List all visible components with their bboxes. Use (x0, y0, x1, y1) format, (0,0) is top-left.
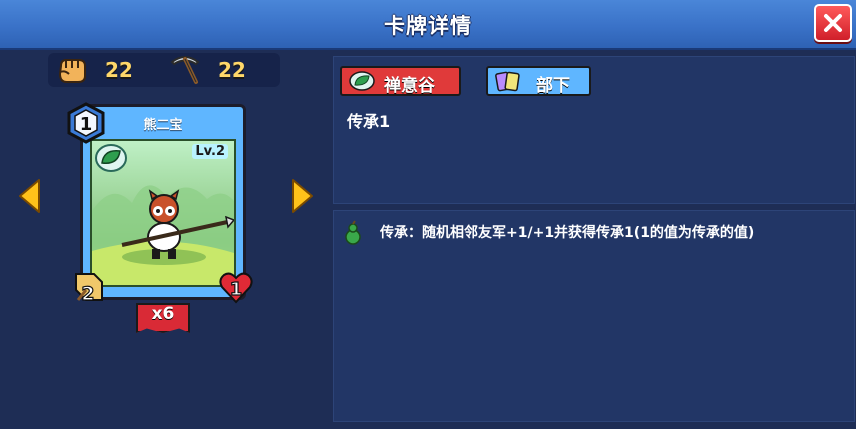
pickaxe-icon (170, 56, 200, 84)
previous-card-arrow[interactable] (17, 178, 43, 214)
card-art: Lv.2 (90, 139, 236, 287)
faction-label: 禅意谷 (384, 76, 435, 96)
window-title: 卡牌详情 (384, 14, 472, 38)
faction-tag[interactable]: 禅意谷 (340, 66, 461, 96)
attack-badge-icon: 2 (75, 273, 103, 306)
title-bar: 卡牌详情 (0, 0, 856, 50)
close-button[interactable] (814, 4, 852, 42)
stat-mining-value: 22 (218, 58, 246, 82)
card-attack: 2 (81, 283, 94, 305)
card-count: x6 (151, 304, 175, 324)
stat-attack-value: 22 (105, 58, 133, 82)
cards-icon (495, 71, 520, 92)
leaf-icon (349, 71, 375, 91)
fist-icon (58, 59, 86, 83)
type-tag[interactable]: 部下 (486, 66, 591, 96)
card-level: Lv.2 (192, 144, 228, 159)
description-text: 传承：随机相邻友军+1/+1并获得传承1(1的值为传承的值) (380, 225, 755, 241)
card-name: 熊二宝 (143, 118, 183, 133)
next-card-arrow[interactable] (289, 178, 315, 214)
health-heart-icon: 1 (219, 272, 253, 304)
gourd-icon (345, 220, 361, 245)
card-health: 1 (230, 279, 243, 300)
close-icon (824, 14, 842, 32)
leaf-icon (95, 144, 127, 172)
cost-hexagon-icon: 1 (67, 102, 105, 144)
type-label: 部下 (536, 76, 570, 96)
keyword-text: 传承1 (347, 112, 391, 131)
card-cost: 1 (80, 114, 93, 135)
